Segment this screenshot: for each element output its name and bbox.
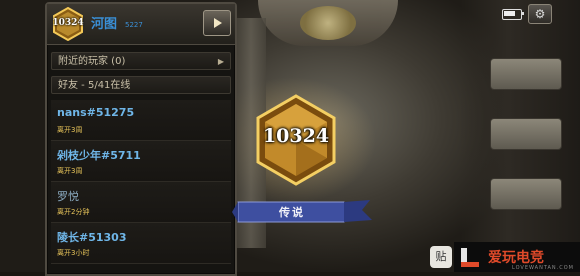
settings-button[interactable]: ⚙ [528, 4, 552, 24]
play-button[interactable] [203, 10, 231, 36]
friends-header-row: 好友 - 5/41在线 [51, 76, 231, 94]
stone-block [490, 58, 562, 90]
player-name[interactable]: 河图 [91, 13, 117, 32]
friends-header-label: 好友 - 5/41在线 [58, 80, 131, 91]
status-bar: ⚙ [502, 4, 552, 24]
player-tag: 5227 [125, 21, 143, 29]
nearby-players-row[interactable]: 附近的玩家 (0) ▶ [51, 52, 231, 70]
watermark: 爱玩电竞 LOVEWANTAN.COM [454, 242, 580, 272]
player-rank-number: 10324 [52, 18, 84, 28]
brand-name: 爱玩电竞 [488, 250, 544, 266]
friend-item[interactable]: 罗悦 离开2分钟 [51, 182, 231, 223]
player-rank-badge: 10324 [51, 7, 85, 41]
friend-item[interactable]: 陵长#51303 离开3小时 [51, 223, 231, 264]
friend-status: 离开3周 [57, 167, 83, 175]
rank-banner: 传说 [232, 198, 374, 226]
nearby-players-label: 附近的玩家 (0) [58, 56, 126, 67]
friend-item[interactable]: nans#51275 离开3周 [51, 100, 231, 141]
gear-icon: ⚙ [534, 7, 546, 21]
friend-name: nans#51275 [57, 106, 135, 119]
friend-name: 陵长#51303 [57, 231, 127, 244]
top-ornament [258, 0, 398, 46]
right-scenery [460, 0, 580, 272]
legend-rank-emblem: 10324 [255, 94, 337, 186]
friend-item[interactable]: 剁枝少年#5711 离开3周 [51, 141, 231, 182]
friend-status: 离开3周 [57, 126, 83, 134]
friend-status: 离开2分钟 [57, 208, 90, 216]
paste-button[interactable]: 贴 [430, 246, 452, 268]
rank-title: 传说 [279, 206, 305, 219]
legend-rank-number: 10324 [262, 125, 330, 147]
brand-url: LOVEWANTAN.COM [511, 265, 574, 271]
panel-header: 10324 河图 5227 [47, 4, 235, 45]
friend-name: 罗悦 [57, 190, 79, 203]
chevron-right-icon: ▶ [217, 57, 224, 66]
play-icon [214, 18, 222, 28]
friend-name: 剁枝少年#5711 [57, 149, 141, 162]
brand-logo-icon [458, 244, 484, 270]
friend-status: 离开3小时 [57, 249, 90, 257]
stone-block [490, 118, 562, 150]
battery-icon [502, 8, 524, 20]
friends-panel: 10324 河图 5227 附近的玩家 (0) ▶ 好友 - 5/41在线 na… [45, 2, 237, 276]
stone-block [490, 178, 562, 210]
